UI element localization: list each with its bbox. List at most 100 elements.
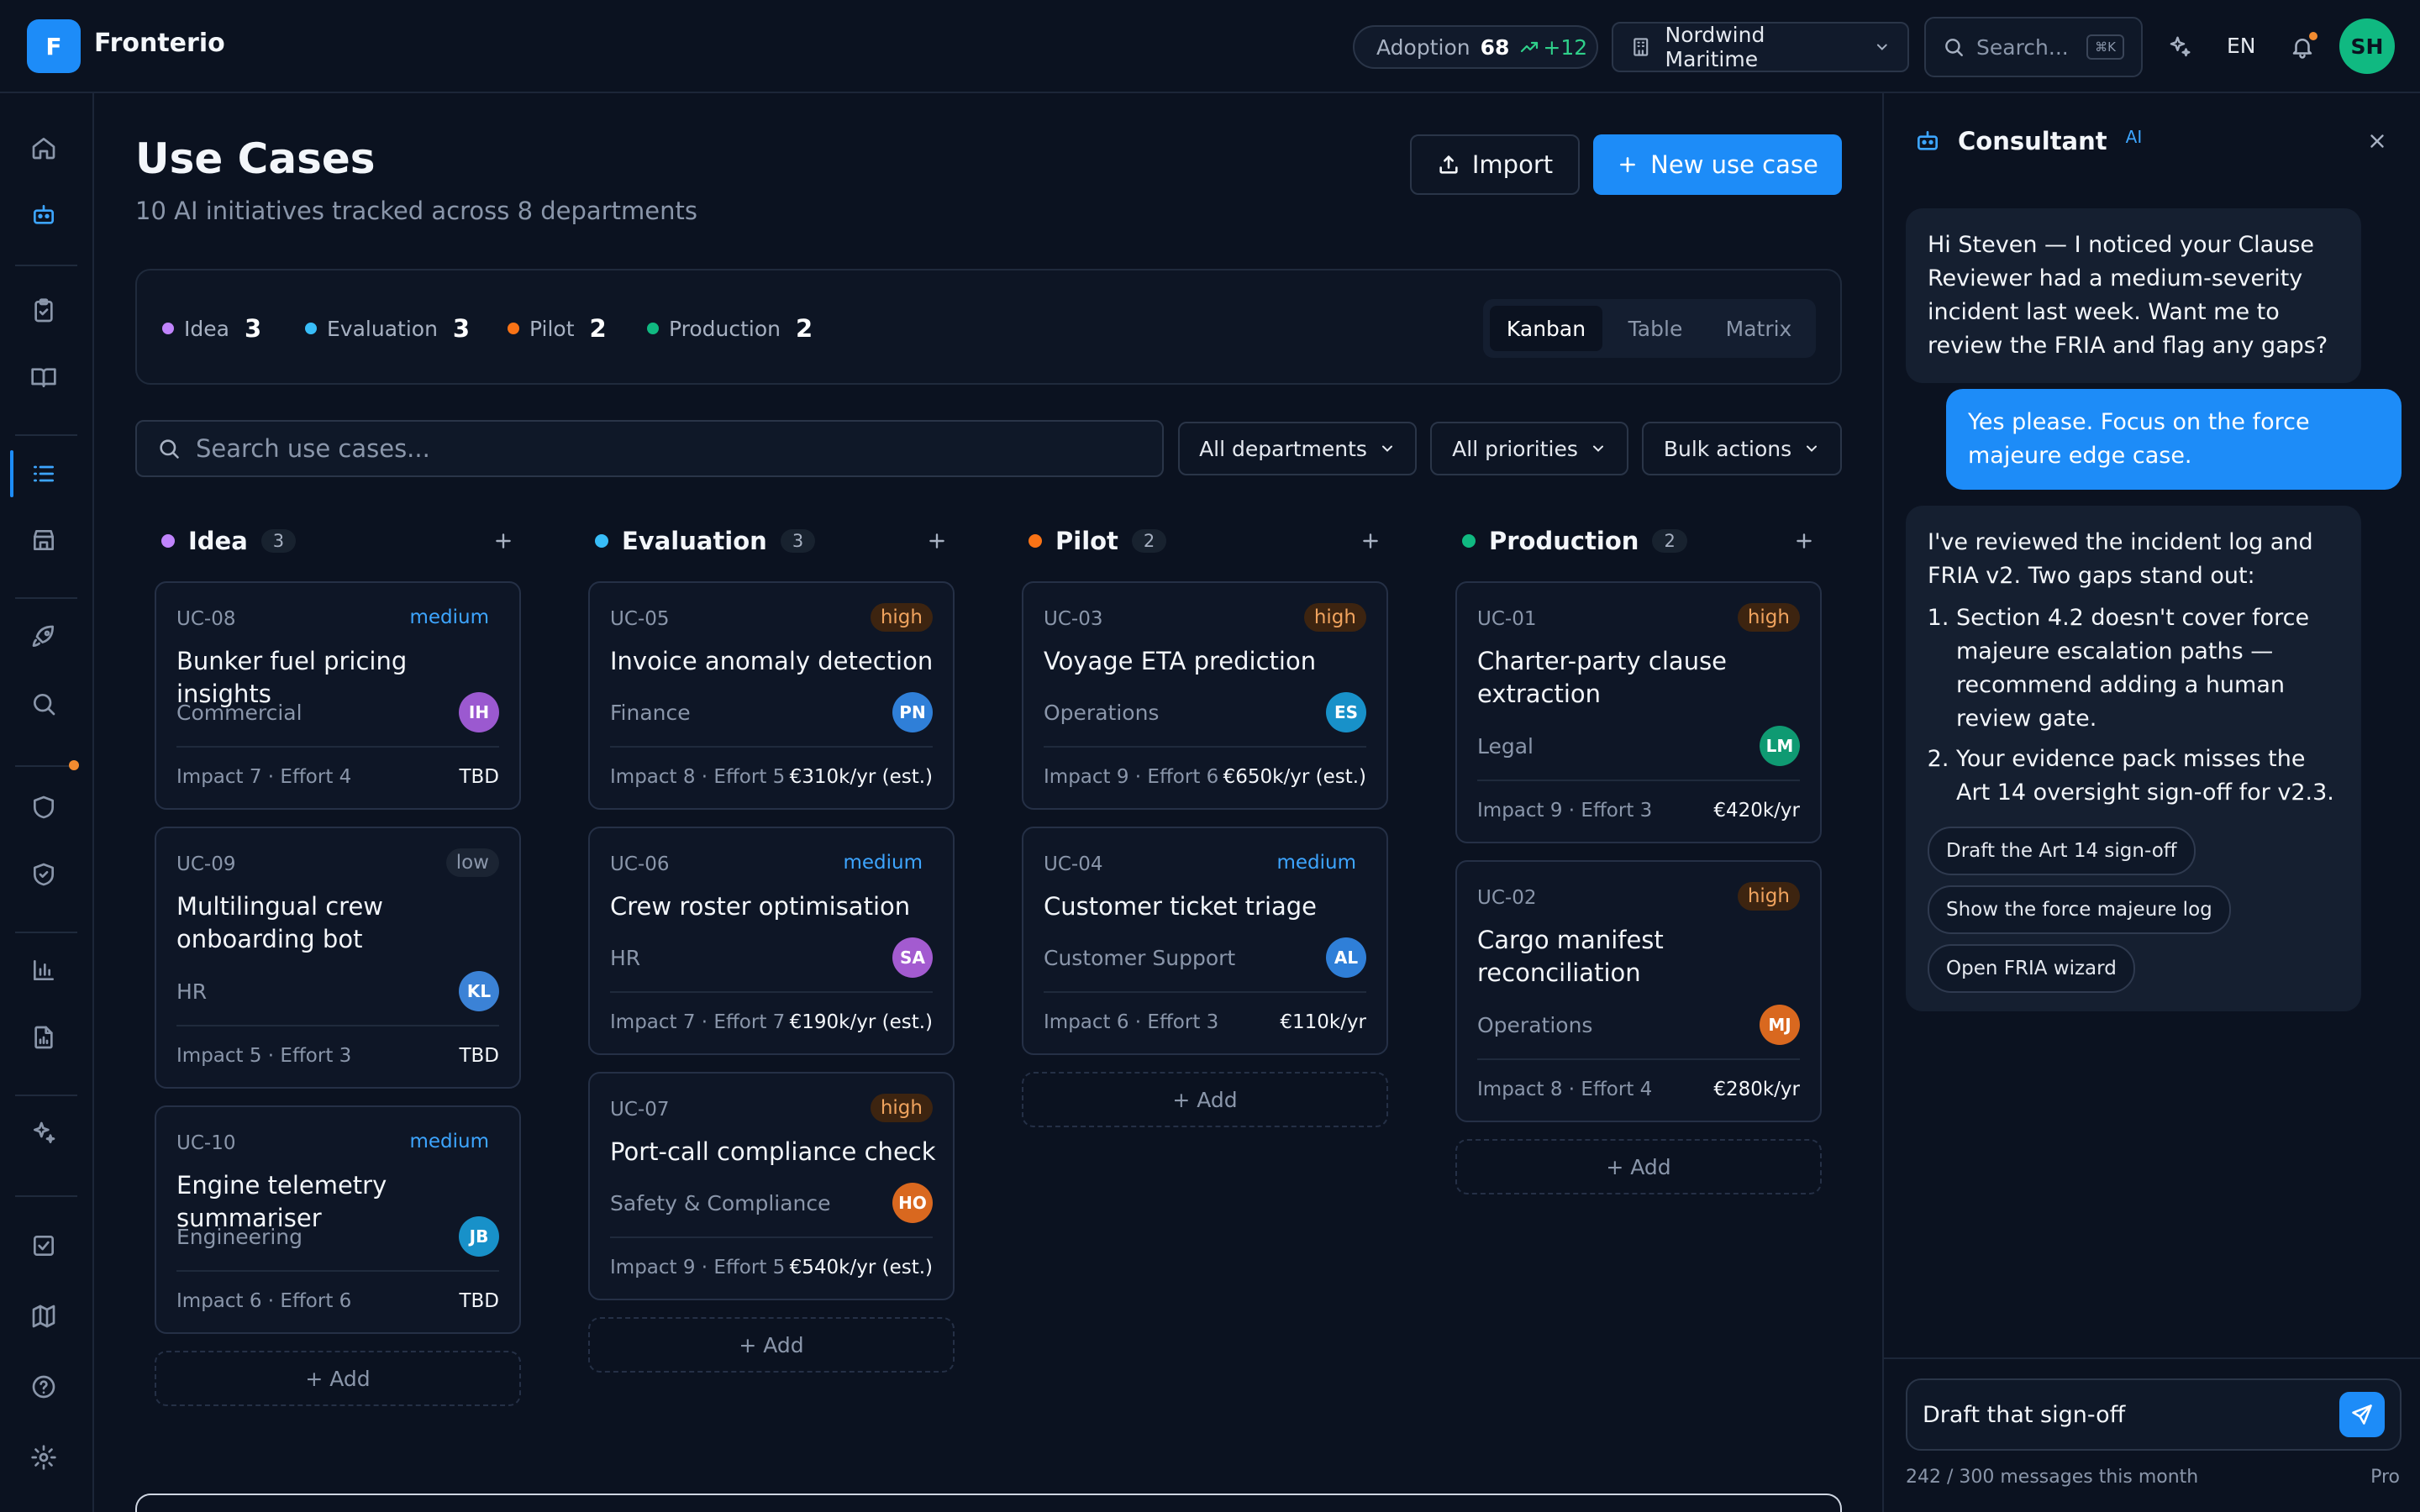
column-header-pilot: Pilot 2 bbox=[1022, 524, 1388, 558]
sparkles-button[interactable] bbox=[2163, 30, 2196, 64]
assistant-message: I've reviewed the incident log and FRIA … bbox=[1906, 506, 2361, 1011]
close-panel-button[interactable] bbox=[2366, 130, 2388, 152]
shield-icon bbox=[34, 795, 54, 819]
nav-tasks[interactable] bbox=[27, 1229, 60, 1263]
plus-icon bbox=[1363, 533, 1378, 549]
impact-effort: Impact 8 · Effort 5 bbox=[610, 766, 786, 788]
add-card-button[interactable]: + Add bbox=[588, 1317, 955, 1373]
use-case-card[interactable]: UC-07 high Port-call compliance check Safet… bbox=[588, 1072, 955, 1300]
nav-clipboard[interactable] bbox=[27, 294, 60, 328]
nav-reports[interactable] bbox=[27, 1021, 60, 1054]
map-icon bbox=[32, 1305, 55, 1328]
nav-governance[interactable] bbox=[27, 790, 60, 824]
use-case-title: Cargo manifest reconciliation bbox=[1477, 926, 1664, 987]
estimated-value: €190k/yr (est.) bbox=[789, 1011, 933, 1033]
nav-library[interactable] bbox=[27, 360, 60, 394]
use-case-card[interactable]: UC-03 high Voyage ETA prediction Operations… bbox=[1022, 581, 1388, 810]
suggestion-chip-draft-signoff[interactable]: Draft the Art 14 sign-off bbox=[1928, 827, 2196, 875]
view-kanban[interactable]: Kanban bbox=[1490, 306, 1602, 351]
use-case-id: UC-05 bbox=[610, 608, 670, 630]
owner-avatar[interactable]: AL bbox=[1326, 937, 1366, 978]
nav-ai-tools[interactable] bbox=[27, 1116, 60, 1150]
use-case-title: Crew roster optimisation bbox=[610, 892, 911, 921]
nav-help[interactable] bbox=[27, 1370, 60, 1404]
owner-avatar[interactable]: JB bbox=[459, 1216, 499, 1257]
building-icon bbox=[1634, 38, 1649, 56]
add-card-button[interactable]: + Add bbox=[1022, 1072, 1388, 1127]
nav-home[interactable] bbox=[27, 131, 60, 165]
use-case-card[interactable]: UC-09 low Multilingual crew onboarding bot… bbox=[155, 827, 521, 1089]
nav-divider bbox=[15, 1195, 77, 1197]
suggestion-chip-force-majeure-log[interactable]: Show the force majeure log bbox=[1928, 885, 2231, 934]
add-card-button[interactable] bbox=[926, 530, 948, 552]
check-square-icon bbox=[34, 1236, 54, 1256]
use-case-card[interactable]: UC-05 high Invoice anomaly detection Financ… bbox=[588, 581, 955, 810]
suggestion-chip-fria-wizard[interactable]: Open FRIA wizard bbox=[1928, 944, 2135, 993]
priority-badge: high bbox=[1303, 603, 1366, 632]
language-switch[interactable]: EN bbox=[2227, 34, 2256, 58]
top-bar: F Fronterio Adoption 68 +12 Nordwind Mar… bbox=[0, 0, 2420, 93]
stage-stat-production: Production 2 bbox=[647, 314, 813, 343]
app-logo[interactable]: F bbox=[27, 19, 81, 73]
use-case-card[interactable]: UC-06 medium Crew roster optimisation HR SA I… bbox=[588, 827, 955, 1055]
use-case-card[interactable]: UC-10 medium Engine telemetry summariser En… bbox=[155, 1105, 521, 1334]
card-divider bbox=[1477, 780, 1800, 781]
priority-filter[interactable]: All priorities bbox=[1430, 422, 1628, 475]
owner-avatar[interactable]: PN bbox=[892, 692, 933, 732]
owner-avatar[interactable]: ES bbox=[1326, 692, 1366, 732]
department-filter[interactable]: All departments bbox=[1178, 422, 1417, 475]
nav-analytics[interactable] bbox=[27, 953, 60, 987]
use-case-title: Customer ticket triage bbox=[1044, 892, 1318, 921]
department-label: HR bbox=[610, 946, 641, 970]
send-button[interactable] bbox=[2339, 1392, 2385, 1437]
user-avatar[interactable]: SH bbox=[2339, 18, 2395, 74]
new-use-case-button[interactable]: New use case bbox=[1593, 134, 1842, 195]
use-case-card[interactable]: UC-02 high Cargo manifest reconciliation Op… bbox=[1455, 860, 1822, 1122]
owner-avatar[interactable]: MJ bbox=[1760, 1005, 1800, 1045]
owner-avatar[interactable]: KL bbox=[459, 971, 499, 1011]
use-case-id: UC-09 bbox=[176, 853, 236, 875]
nav-settings[interactable] bbox=[27, 1441, 60, 1474]
nav-consultant[interactable] bbox=[27, 198, 60, 232]
add-card-button[interactable] bbox=[1360, 530, 1381, 552]
panel-divider bbox=[1884, 1357, 2420, 1359]
bulk-actions-menu[interactable]: Bulk actions bbox=[1642, 422, 1842, 475]
add-card-button[interactable] bbox=[492, 530, 514, 552]
stage-dot bbox=[595, 534, 608, 548]
use-case-card[interactable]: UC-01 high Charter-party clause extraction… bbox=[1455, 581, 1822, 843]
notifications-button[interactable] bbox=[2286, 30, 2319, 64]
clipboard-check-icon bbox=[34, 298, 53, 323]
nav-compliance[interactable] bbox=[27, 858, 60, 891]
add-card-button[interactable] bbox=[1793, 530, 1815, 552]
chat-input[interactable]: Draft that sign-off bbox=[1906, 1378, 2402, 1451]
view-matrix[interactable]: Matrix bbox=[1707, 306, 1811, 351]
use-case-title: Port-call compliance check bbox=[610, 1137, 936, 1166]
global-search[interactable]: Search... ⌘K bbox=[1924, 17, 2143, 77]
use-case-card[interactable]: UC-04 medium Customer ticket triage Custome… bbox=[1022, 827, 1388, 1055]
nav-search[interactable] bbox=[27, 687, 60, 721]
owner-avatar[interactable]: LM bbox=[1760, 726, 1800, 766]
stage-stat-evaluation: Evaluation 3 bbox=[305, 314, 470, 343]
use-case-id: UC-08 bbox=[176, 608, 236, 630]
adoption-score-pill[interactable]: Adoption 68 +12 bbox=[1353, 25, 1598, 69]
assistant-message: Hi Steven — I noticed your Clause Review… bbox=[1906, 208, 2361, 383]
nav-use-cases[interactable] bbox=[27, 457, 60, 491]
view-table[interactable]: Table bbox=[1609, 306, 1702, 351]
impact-effort: Impact 9 · Effort 6 bbox=[1044, 766, 1219, 788]
nav-store[interactable] bbox=[27, 523, 60, 557]
priority-badge: medium bbox=[1276, 852, 1356, 874]
owner-avatar[interactable]: SA bbox=[892, 937, 933, 978]
add-card-button[interactable]: + Add bbox=[155, 1351, 521, 1406]
use-case-card[interactable]: UC-08 medium Bunker fuel pricing insights C… bbox=[155, 581, 521, 810]
estimated-value: €540k/yr (est.) bbox=[789, 1257, 933, 1278]
add-card-button[interactable]: + Add bbox=[1455, 1139, 1822, 1194]
import-button[interactable]: Import bbox=[1410, 134, 1580, 195]
organization-select[interactable]: Nordwind Maritime bbox=[1612, 22, 1909, 72]
owner-avatar[interactable]: HO bbox=[892, 1183, 933, 1223]
use-case-search-input[interactable]: Search use cases... bbox=[135, 420, 1164, 477]
nav-launch[interactable] bbox=[27, 620, 60, 654]
nav-roadmap[interactable] bbox=[27, 1299, 60, 1333]
chevron-down-icon bbox=[1807, 445, 1818, 452]
owner-avatar[interactable]: IH bbox=[459, 692, 499, 732]
consultant-header: Consultant AI bbox=[1914, 127, 2142, 155]
